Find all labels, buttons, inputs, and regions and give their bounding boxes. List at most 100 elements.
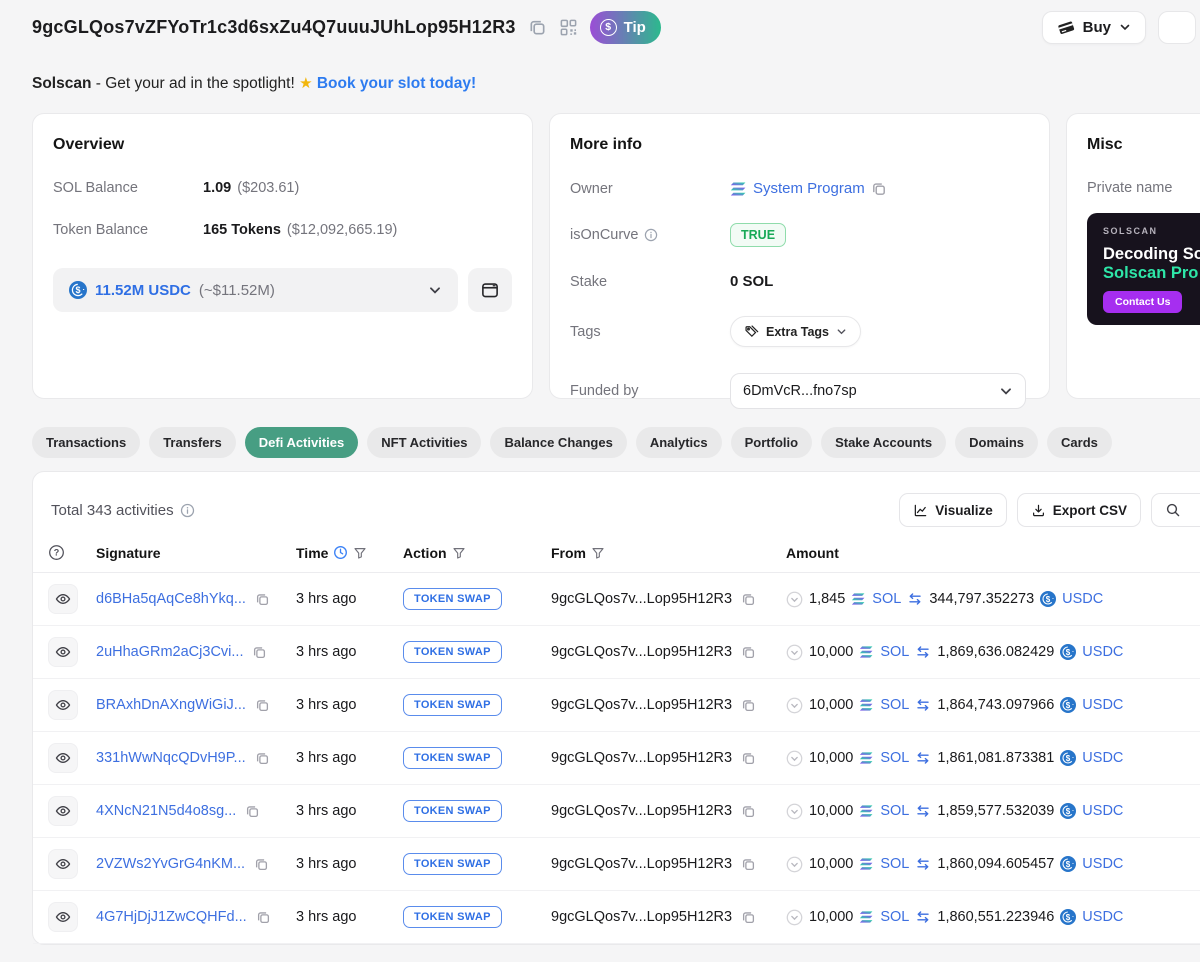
tab-stake-accounts[interactable]: Stake Accounts [821, 427, 946, 458]
export-csv-button[interactable]: Export CSV [1017, 493, 1141, 527]
token-in-link[interactable]: SOL [880, 856, 909, 872]
signature-link[interactable]: 4G7HjDjJ1ZwCQHFd... [96, 909, 247, 925]
search-button[interactable] [1151, 493, 1200, 527]
preview-button[interactable] [48, 584, 78, 614]
overview-card: Overview SOL Balance 1.09($203.61) Token… [32, 113, 533, 399]
chevron-circle-icon[interactable] [786, 644, 803, 661]
token-in-link[interactable]: SOL [880, 909, 909, 925]
preview-button[interactable] [48, 743, 78, 773]
tab-domains[interactable]: Domains [955, 427, 1038, 458]
eye-icon [55, 909, 71, 925]
token-out-link[interactable]: USDC [1082, 644, 1123, 660]
tab-nft-activities[interactable]: NFT Activities [367, 427, 481, 458]
token-out-link[interactable]: USDC [1082, 909, 1123, 925]
token-in-link[interactable]: SOL [880, 697, 909, 713]
preview-button[interactable] [48, 690, 78, 720]
tab-bar: Transactions Transfers Defi Activities NFT … [32, 427, 1200, 458]
copy-icon[interactable] [741, 804, 756, 819]
qr-code-button[interactable] [559, 18, 578, 37]
copy-address-button[interactable] [528, 18, 547, 37]
more-actions-button[interactable] [1158, 11, 1196, 44]
signature-link[interactable]: 2VZWs2YvGrG4nKM... [96, 856, 245, 872]
copy-icon[interactable] [871, 181, 887, 197]
token-dropdown-value: 11.52M USDC [95, 282, 191, 299]
action-badge[interactable]: TOKEN SWAP [403, 800, 502, 822]
tab-analytics[interactable]: Analytics [636, 427, 722, 458]
copy-icon[interactable] [255, 698, 270, 713]
preview-button[interactable] [48, 796, 78, 826]
solana-icon [851, 593, 866, 605]
copy-icon[interactable] [255, 592, 270, 607]
tip-label: Tip [624, 19, 646, 36]
token-in-link[interactable]: SOL [880, 803, 909, 819]
copy-icon[interactable] [741, 698, 756, 713]
chevron-circle-icon[interactable] [786, 697, 803, 714]
owner-link[interactable]: System Program [753, 180, 865, 197]
chevron-circle-icon[interactable] [786, 803, 803, 820]
tab-portfolio[interactable]: Portfolio [731, 427, 812, 458]
from-address: 9gcGLQos7v...Lop95H12R3 [551, 856, 732, 872]
preview-button[interactable] [48, 637, 78, 667]
token-in-link[interactable]: SOL [880, 750, 909, 766]
copy-icon[interactable] [741, 592, 756, 607]
signature-link[interactable]: 2uHhaGRm2aCj3Cvi... [96, 644, 243, 660]
chevron-circle-icon[interactable] [786, 750, 803, 767]
token-out-link[interactable]: USDC [1062, 591, 1103, 607]
action-column-header[interactable]: Action [403, 545, 551, 561]
copy-icon[interactable] [256, 910, 271, 925]
filter-icon[interactable] [353, 546, 367, 560]
chevron-circle-icon[interactable] [786, 909, 803, 926]
tab-transfers[interactable]: Transfers [149, 427, 236, 458]
signature-link[interactable]: d6BHa5qAqCe8hYkq... [96, 591, 246, 607]
token-out-link[interactable]: USDC [1082, 803, 1123, 819]
signature-link[interactable]: BRAxhDnAXngWiGiJ... [96, 697, 246, 713]
clock-icon[interactable] [333, 545, 348, 560]
download-icon [1031, 503, 1046, 518]
copy-icon[interactable] [254, 857, 269, 872]
time-column-header[interactable]: Time [296, 545, 403, 561]
extra-tags-button[interactable]: Extra Tags [730, 316, 861, 347]
preview-button[interactable] [48, 902, 78, 932]
contact-us-button[interactable]: Contact Us [1103, 291, 1182, 313]
action-badge[interactable]: TOKEN SWAP [403, 641, 502, 663]
ad-link[interactable]: Book your slot today! [313, 75, 477, 92]
token-in-link[interactable]: SOL [872, 591, 901, 607]
action-badge[interactable]: TOKEN SWAP [403, 853, 502, 875]
filter-icon[interactable] [591, 546, 605, 560]
action-badge[interactable]: TOKEN SWAP [403, 747, 502, 769]
copy-icon[interactable] [245, 804, 260, 819]
tab-transactions[interactable]: Transactions [32, 427, 140, 458]
chevron-circle-icon[interactable] [786, 856, 803, 873]
signature-link[interactable]: 331hWwNqcQDvH9P... [96, 750, 246, 766]
action-badge[interactable]: TOKEN SWAP [403, 906, 502, 928]
token-out-link[interactable]: USDC [1082, 750, 1123, 766]
token-in-link[interactable]: SOL [880, 644, 909, 660]
funded-by-dropdown[interactable]: 6DmVcR...fno7sp [730, 373, 1026, 409]
copy-icon[interactable] [741, 857, 756, 872]
preview-button[interactable] [48, 849, 78, 879]
copy-icon[interactable] [741, 645, 756, 660]
swap-arrows-icon [907, 592, 923, 606]
tab-defi-activities[interactable]: Defi Activities [245, 427, 359, 458]
from-column-header[interactable]: From [551, 545, 786, 561]
copy-icon[interactable] [741, 751, 756, 766]
visualize-button[interactable]: Visualize [899, 493, 1007, 527]
copy-icon[interactable] [252, 645, 267, 660]
action-badge[interactable]: TOKEN SWAP [403, 694, 502, 716]
action-badge[interactable]: TOKEN SWAP [403, 588, 502, 610]
tip-button[interactable]: $ Tip [590, 11, 661, 44]
tab-balance-changes[interactable]: Balance Changes [490, 427, 626, 458]
copy-icon[interactable] [255, 751, 270, 766]
token-out-link[interactable]: USDC [1082, 697, 1123, 713]
chevron-circle-icon[interactable] [786, 591, 803, 608]
portfolio-button[interactable] [468, 268, 512, 312]
token-out-link[interactable]: USDC [1082, 856, 1123, 872]
tab-cards[interactable]: Cards [1047, 427, 1112, 458]
copy-icon[interactable] [741, 910, 756, 925]
promo-banner[interactable]: SOLSCAN Decoding So Solscan Pro Contact … [1087, 213, 1200, 325]
token-balance-value: 165 Tokens [203, 222, 281, 238]
buy-button[interactable]: Buy [1042, 11, 1146, 44]
token-holdings-dropdown[interactable]: $ 11.52M USDC (~$11.52M) [53, 268, 458, 312]
signature-link[interactable]: 4XNcN21N5d4o8sg... [96, 803, 236, 819]
filter-icon[interactable] [452, 546, 466, 560]
